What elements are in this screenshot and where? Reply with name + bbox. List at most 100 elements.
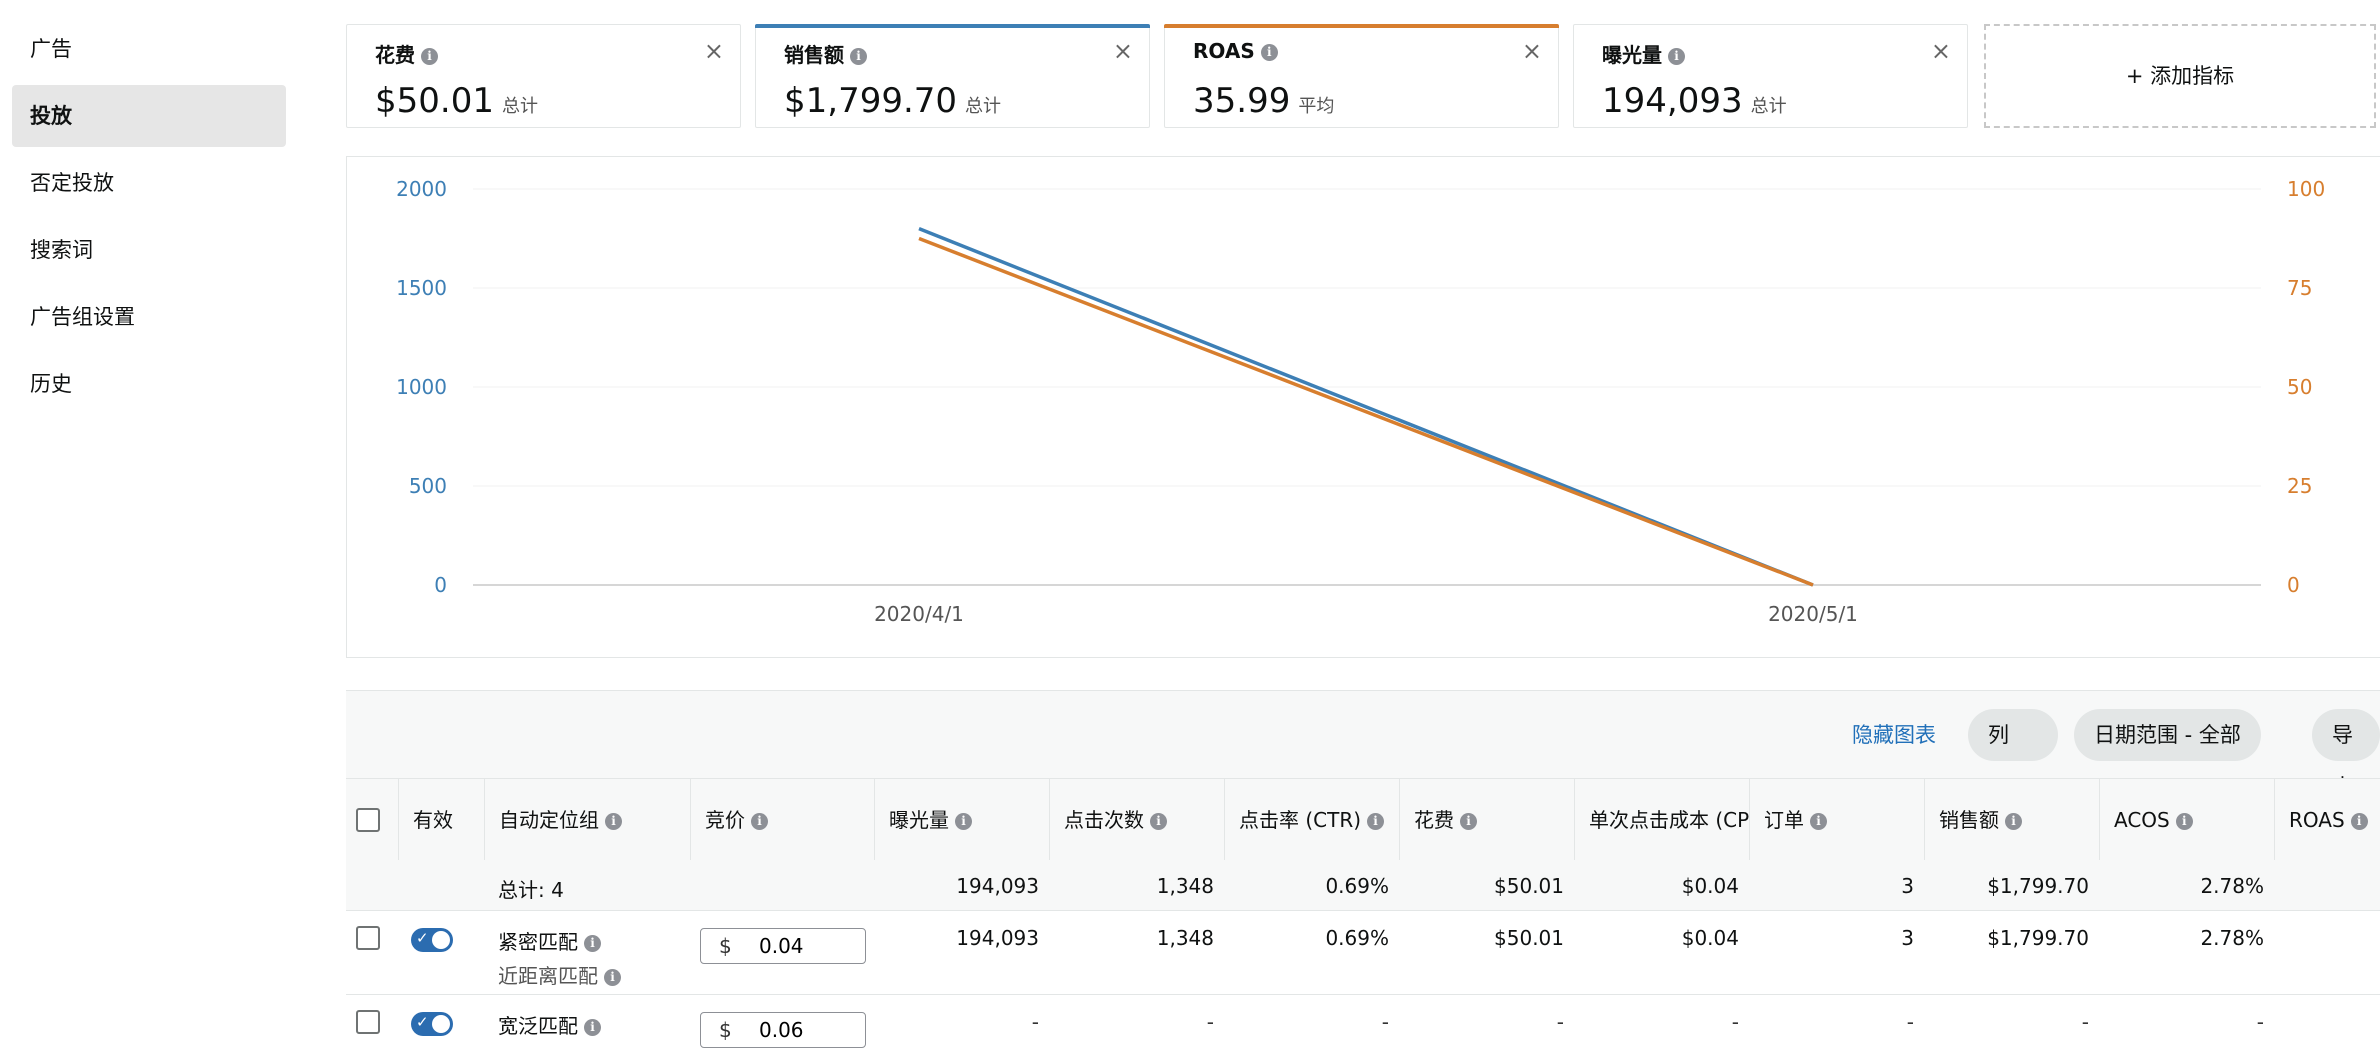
info-icon[interactable]: i — [1668, 48, 1685, 65]
cell-spend: - — [1556, 1010, 1564, 1034]
table-total-row: 总计: 4 194,093 1,348 0.69% $50.01 $0.04 3… — [346, 860, 2380, 911]
sidebar-item-history[interactable]: 历史 — [12, 353, 286, 415]
col-header-ctr[interactable]: 点击率 (CTR) i — [1224, 779, 1399, 861]
col-header-bid[interactable]: 竞价 i — [690, 779, 874, 861]
col-header-spend[interactable]: 花费 i — [1399, 779, 1574, 861]
info-icon[interactable]: i — [605, 813, 622, 830]
y-left-tick-label: 1500 — [396, 276, 447, 300]
metric-card-sales[interactable]: 销售额 i × $1,799.70 总计 — [755, 24, 1150, 128]
enabled-toggle[interactable]: ✓ — [411, 928, 453, 952]
bid-value-field[interactable] — [759, 931, 859, 961]
row-checkbox[interactable] — [356, 1010, 380, 1034]
metric-sub: 总计 — [965, 96, 1002, 117]
metric-accent-bar — [755, 24, 1150, 28]
info-icon[interactable]: i — [751, 813, 768, 830]
bid-input[interactable]: $ — [700, 928, 866, 964]
total-label: 总计: 4 — [498, 878, 564, 902]
close-icon[interactable]: × — [1113, 37, 1133, 65]
total-cpc: $0.04 — [1681, 874, 1739, 898]
info-icon[interactable]: i — [2005, 813, 2022, 830]
cell-orders: - — [1906, 1010, 1914, 1034]
close-icon[interactable]: × — [1522, 37, 1542, 65]
export-button[interactable]: 导出 — [2312, 709, 2380, 799]
x-tick-label: 2020/4/1 — [874, 602, 964, 626]
hide-chart-link[interactable]: 隐藏图表 — [1852, 719, 1936, 749]
info-icon[interactable]: i — [1150, 813, 1167, 830]
info-icon[interactable]: i — [421, 48, 438, 65]
info-icon[interactable]: i — [584, 1019, 601, 1036]
target-group-subname: 近距离匹配 i — [498, 960, 621, 989]
y-left-tick-label: 2000 — [396, 177, 447, 201]
metric-card-roas[interactable]: ROAS i × 35.99 平均 — [1164, 24, 1559, 128]
row-checkbox[interactable] — [356, 926, 380, 950]
cell-spend: $50.01 — [1494, 926, 1564, 950]
cell-cpc: $0.04 — [1681, 926, 1739, 950]
col-header-roas[interactable]: ROAS i — [2274, 779, 2380, 861]
target-group-name: 紧密匹配 i — [498, 926, 601, 955]
close-icon[interactable]: × — [704, 37, 724, 65]
line-chart: 0 500 1000 1500 2000 0 25 50 75 100 2020/4/1 2020/5… — [396, 177, 2325, 626]
info-icon[interactable]: i — [584, 935, 601, 952]
sidebar-item-ads[interactable]: 广告 — [12, 18, 286, 80]
info-icon[interactable]: i — [1260, 44, 1278, 61]
metric-name: 曝光量 — [1602, 43, 1662, 67]
y-right-tick-label: 75 — [2287, 276, 2312, 300]
sidebar-item-negative-targeting[interactable]: 否定投放 — [12, 152, 286, 214]
info-icon[interactable]: i — [1460, 813, 1477, 830]
x-tick-label: 2020/5/1 — [1768, 602, 1858, 626]
info-icon[interactable]: i — [955, 813, 972, 830]
col-header-auto-target-group[interactable]: 自动定位组 i — [484, 779, 690, 861]
currency-symbol: $ — [719, 1018, 732, 1042]
total-spend: $50.01 — [1494, 874, 1564, 898]
enabled-toggle[interactable]: ✓ — [411, 1012, 453, 1036]
metric-name: 销售额 — [784, 43, 844, 67]
close-icon[interactable]: × — [1931, 37, 1951, 65]
metric-card-impressions[interactable]: 曝光量 i × 194,093 总计 — [1573, 24, 1968, 128]
total-impressions: 194,093 — [956, 874, 1039, 898]
col-header-cpc[interactable]: 单次点击成本 (CPC) — [1574, 779, 1749, 861]
bid-input[interactable]: $ — [700, 1012, 866, 1048]
add-metric-button[interactable]: + 添加指标 — [1984, 24, 2376, 128]
metric-card-spend[interactable]: 花费 i × $50.01 总计 — [346, 24, 741, 128]
sidebar: 广告 投放 否定投放 搜索词 广告组设置 历史 — [0, 0, 300, 1048]
metric-value: 35.99 — [1193, 81, 1291, 121]
cell-impressions: 194,093 — [956, 926, 1039, 950]
y-left-tick-label: 0 — [434, 573, 447, 597]
y-right-tick-label: 50 — [2287, 375, 2312, 399]
bid-value-field[interactable] — [759, 1015, 859, 1045]
cell-acos: 2.78% — [2200, 926, 2264, 950]
sidebar-item-targeting[interactable]: 投放 — [12, 85, 286, 147]
col-header-clicks[interactable]: 点击次数 i — [1049, 779, 1224, 861]
select-all-checkbox[interactable] — [356, 808, 380, 832]
col-header-orders[interactable]: 订单 i — [1749, 779, 1924, 861]
y-left-tick-label: 500 — [409, 474, 447, 498]
info-icon[interactable]: i — [2175, 813, 2193, 830]
sidebar-item-ad-group-settings[interactable]: 广告组设置 — [12, 286, 286, 348]
info-icon[interactable]: i — [850, 48, 867, 65]
columns-button[interactable]: 列 ⌄ — [1968, 709, 2058, 798]
y-right-tick-label: 25 — [2287, 474, 2312, 498]
table-row: ✓ 紧密匹配i 近距离匹配i $ 194,093 1,348 0.69% $50… — [346, 910, 2380, 995]
info-icon[interactable]: i — [1367, 813, 1385, 830]
info-icon[interactable]: i — [2350, 813, 2368, 830]
info-icon[interactable]: i — [604, 969, 621, 986]
table-toolbar: 隐藏图表 列 ⌄ 日期范围 - 全部 导出 — [346, 690, 2380, 799]
check-icon: ✓ — [416, 929, 429, 947]
col-header-enabled[interactable]: 有效 — [398, 779, 484, 861]
toggle-knob — [432, 931, 450, 949]
col-header-sales[interactable]: 销售额 i — [1924, 779, 2099, 861]
date-range-button[interactable]: 日期范围 - 全部 — [2074, 709, 2261, 761]
col-header-impressions[interactable]: 曝光量 i — [874, 779, 1049, 861]
col-header-acos[interactable]: ACOS i — [2099, 779, 2274, 861]
columns-label: 列 — [1988, 723, 2009, 747]
y-right-tick-label: 100 — [2287, 177, 2325, 201]
sidebar-item-search-terms[interactable]: 搜索词 — [12, 219, 286, 281]
currency-symbol: $ — [719, 934, 732, 958]
metric-name: 花费 — [375, 43, 415, 67]
y-left-tick-label: 1000 — [396, 375, 447, 399]
table-row: ✓ 宽泛匹配i $ - - - - - - - - — [346, 994, 2380, 1048]
info-icon[interactable]: i — [1810, 813, 1827, 830]
cell-ctr: 0.69% — [1325, 926, 1389, 950]
total-ctr: 0.69% — [1325, 874, 1389, 898]
cell-sales: - — [2081, 1010, 2089, 1034]
